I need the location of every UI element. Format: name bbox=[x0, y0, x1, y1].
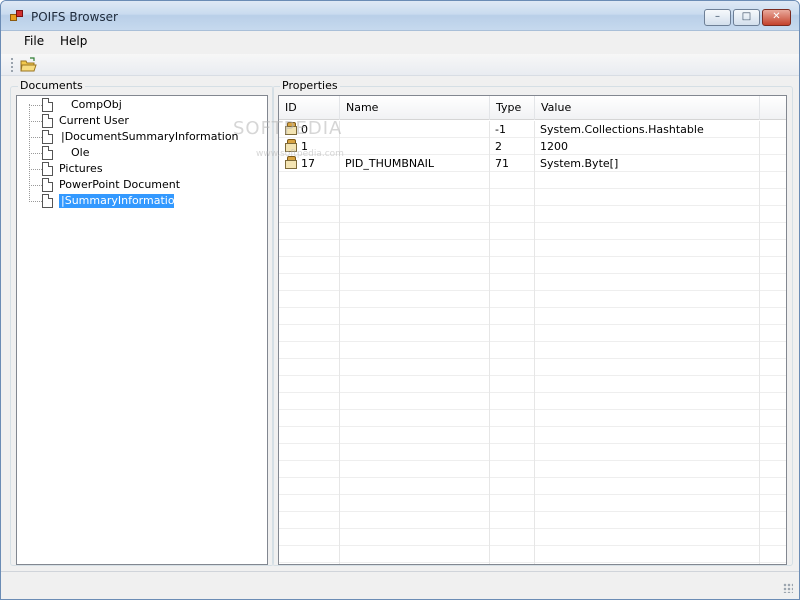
cell-name: PID_THUMBNAIL bbox=[345, 157, 435, 170]
tree-item-label: Ole bbox=[71, 146, 90, 159]
tree-item-label: Current User bbox=[59, 114, 129, 127]
maximize-button[interactable]: □ bbox=[733, 9, 760, 26]
tree-item[interactable]: CompObj bbox=[17, 97, 267, 113]
properties-label: Properties bbox=[280, 79, 340, 92]
document-icon bbox=[42, 114, 53, 128]
list-body: 0 -1 System.Collections.Hashtable 1 2 12… bbox=[279, 121, 786, 564]
table-row[interactable]: 1 2 1200 bbox=[279, 138, 759, 155]
document-icon bbox=[42, 146, 53, 160]
menu-file[interactable]: File bbox=[20, 34, 48, 48]
tree-item-label: CompObj bbox=[71, 98, 122, 111]
cell-type: 71 bbox=[495, 157, 509, 170]
watermark: SOFTPEDIA bbox=[233, 118, 343, 139]
list-header: ID Name Type Value bbox=[279, 96, 786, 120]
title-bar[interactable]: POIFS Browser – □ ✕ bbox=[1, 1, 799, 31]
cell-value: System.Collections.Hashtable bbox=[540, 123, 704, 136]
documents-label: Documents bbox=[18, 79, 85, 92]
cell-type: -1 bbox=[495, 123, 506, 136]
documents-tree[interactable]: CompObj Current User |DocumentSummaryInf… bbox=[16, 95, 268, 565]
open-folder-icon[interactable] bbox=[19, 56, 37, 74]
tree-item[interactable]: |DocumentSummaryInformation bbox=[17, 129, 267, 145]
tree-item-label: |SummaryInformation bbox=[59, 194, 182, 208]
tree-item[interactable]: PowerPoint Document bbox=[17, 177, 267, 193]
app-window: POIFS Browser – □ ✕ File Help Documents … bbox=[0, 0, 800, 600]
tree-item[interactable]: Ole bbox=[17, 145, 267, 161]
menu-bar: File Help bbox=[1, 32, 799, 52]
column-header-type[interactable]: Type bbox=[490, 96, 535, 120]
column-header-name[interactable]: Name bbox=[340, 96, 490, 120]
close-button[interactable]: ✕ bbox=[762, 9, 791, 26]
table-row[interactable]: 0 -1 System.Collections.Hashtable bbox=[279, 121, 759, 138]
window-title: POIFS Browser bbox=[31, 10, 118, 24]
minimize-button[interactable]: – bbox=[704, 9, 731, 26]
cell-value: 1200 bbox=[540, 140, 568, 153]
tree-item-label: Pictures bbox=[59, 162, 103, 175]
tree-item[interactable]: Pictures bbox=[17, 161, 267, 177]
properties-list[interactable]: ID Name Type Value 0 -1 System.Collectio… bbox=[278, 95, 787, 565]
resize-grip-icon[interactable] bbox=[783, 583, 793, 593]
toolbar bbox=[1, 54, 799, 76]
document-icon bbox=[42, 130, 53, 144]
tree-item[interactable]: Current User bbox=[17, 113, 267, 129]
tree-item-label: |DocumentSummaryInformation bbox=[61, 130, 239, 143]
cell-type: 2 bbox=[495, 140, 502, 153]
status-bar bbox=[1, 571, 799, 599]
document-icon bbox=[42, 98, 53, 112]
tree-item-label: PowerPoint Document bbox=[59, 178, 181, 191]
watermark-url: www.softpedia.com bbox=[256, 149, 344, 159]
document-icon bbox=[42, 178, 53, 192]
table-row[interactable]: 17 PID_THUMBNAIL 71 System.Byte[] bbox=[279, 155, 759, 172]
cell-value: System.Byte[] bbox=[540, 157, 619, 170]
tree-item-selected[interactable]: |SummaryInformation bbox=[17, 193, 267, 209]
toolbar-grip[interactable] bbox=[11, 58, 13, 72]
column-header-value[interactable]: Value bbox=[535, 96, 760, 120]
menu-help[interactable]: Help bbox=[56, 34, 91, 48]
document-icon bbox=[42, 194, 53, 208]
column-header-id[interactable]: ID bbox=[279, 96, 340, 120]
app-icon bbox=[10, 10, 24, 22]
document-icon bbox=[42, 162, 53, 176]
